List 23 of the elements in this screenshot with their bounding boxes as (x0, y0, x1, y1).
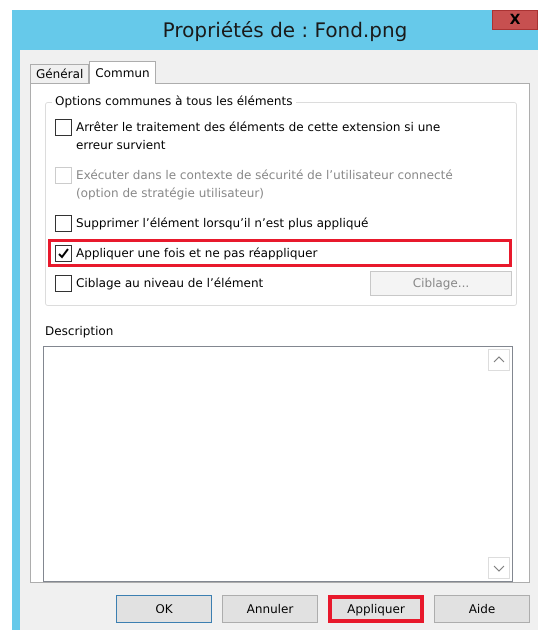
tab[interactable]: Commun (89, 61, 156, 84)
option-label: Arrêter le traitement des éléments de cette extension si une erreur survient (76, 119, 442, 154)
dialog-button[interactable]: Appliquer (328, 595, 424, 623)
scroll-down-icon[interactable] (488, 557, 510, 579)
option-label: Supprimer l’élément lorsqu’il n’est plus appliqué (76, 215, 368, 232)
checkbox[interactable] (55, 275, 72, 292)
check-icon (57, 247, 70, 260)
description-field[interactable] (43, 346, 513, 582)
scroll-up-icon[interactable] (488, 349, 510, 371)
window-title: Propriétés de : Fond.png (162, 18, 408, 42)
dialog-button[interactable]: Aide (434, 595, 530, 623)
option-label: Ciblage au niveau de l’élément (76, 275, 264, 292)
close-button[interactable]: X (492, 10, 538, 30)
dialog-button[interactable]: Annuler (222, 595, 318, 623)
dialog-button[interactable]: OK (116, 595, 212, 623)
group-title: Options communes à tous les éléments (52, 94, 296, 108)
option-label: Appliquer une fois et ne pas réappliquer (76, 245, 318, 262)
checkbox[interactable] (55, 215, 72, 232)
option-label: Exécuter dans le contexte de sécurité de l’utilisateur connecté (option de stratégie utilisateur) (76, 167, 454, 202)
description-label: Description (45, 324, 114, 338)
checkbox[interactable] (55, 245, 72, 262)
tab[interactable]: Général (30, 64, 90, 83)
checkbox[interactable] (55, 119, 72, 136)
